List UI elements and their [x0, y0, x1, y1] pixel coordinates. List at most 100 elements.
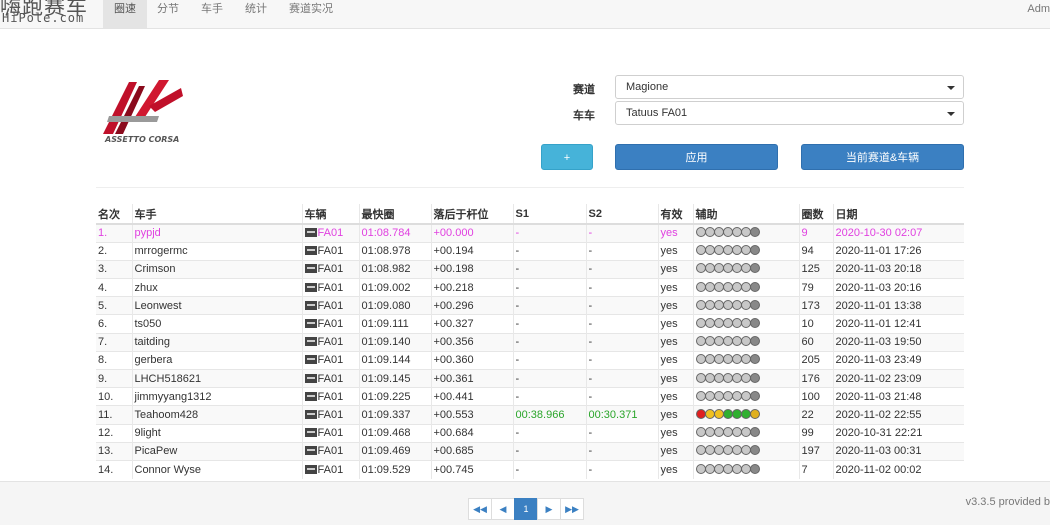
car-select-value: Tatuus FA01 [626, 107, 688, 119]
current-track-car-button[interactable]: 当前赛道&车辆 [801, 144, 964, 170]
cell-driver[interactable]: Teahoom428 [132, 405, 303, 425]
cell-laps: 99 [799, 423, 834, 443]
table-row[interactable]: 2. mrrogermc FA01 01:08.978 +00.194- - yes 94 20… [96, 241, 964, 261]
cell-gap: +00.441 [431, 387, 514, 406]
driving-aid-icon [713, 427, 724, 438]
col-header-car[interactable]: 车辆 [302, 204, 360, 225]
table-row[interactable]: 11. Teahoom428 FA01 01:09.337 +00.553 00:38.9… [96, 405, 964, 425]
driving-aid-icon [731, 227, 742, 238]
brand-logo[interactable]: 嗨跑赛车 HiPole.com [0, 0, 95, 29]
nav-tab-sectors[interactable]: 分节 [146, 0, 190, 28]
table-row[interactable]: 8. gerbera FA01 01:09.144 +00.360- - yes 205 202… [96, 350, 964, 370]
table-row[interactable]: 7. taitding FA01 01:09.140 +00.356- - yes 60 202… [96, 332, 964, 352]
col-header-gap[interactable]: 落后于杆位 [431, 204, 514, 225]
driving-aid-icon [722, 354, 733, 365]
col-header-s2[interactable]: S2 [586, 204, 659, 225]
table-row[interactable]: 1. pypjd FA01 01:08.784 +00.000- - yes 9 2020-10… [96, 223, 964, 243]
table-row[interactable]: 3. Crimson FA01 01:08.982 +00.198- - yes 125 202… [96, 259, 964, 279]
cell-valid: yes [658, 223, 694, 243]
divider [96, 187, 964, 188]
driving-aid-icon [704, 427, 715, 438]
col-header-aids[interactable]: 辅助 [693, 204, 800, 225]
version-text: v3.3.5 provided b [965, 496, 1050, 508]
cell-driver[interactable]: jimmyyang1312 [132, 387, 303, 406]
last-page-icon[interactable]: ▶▶ [560, 498, 584, 520]
driving-aid-icon [722, 445, 733, 456]
cell-best: 01:08.784 [359, 223, 432, 243]
pagination: ◀◀ ◀ 1 ▶ ▶▶ [468, 498, 584, 520]
col-header-best-lap[interactable]: 最快圈 [359, 204, 432, 225]
cell-aids [693, 387, 800, 406]
cell-best: 01:09.225 [359, 387, 432, 406]
cell-driver[interactable]: 9light [132, 423, 303, 443]
cell-pos: 8. [96, 350, 133, 370]
cell-driver[interactable]: mrrogermc [132, 241, 303, 261]
cell-valid: yes [658, 296, 694, 315]
nav-tab-laptimes[interactable]: 圈速 [103, 0, 147, 28]
table-row[interactable]: 12. 9light FA01 01:09.468 +00.684- - yes 99 2020… [96, 423, 964, 443]
cell-s2: - [586, 296, 659, 315]
cell-driver[interactable]: Connor Wyse [132, 459, 303, 479]
car-icon [304, 282, 317, 292]
cell-s1: - [513, 332, 587, 352]
table-row[interactable]: 4. zhux FA01 01:09.002 +00.218- - yes 79 2020-11… [96, 278, 964, 297]
first-page-icon[interactable]: ◀◀ [468, 498, 492, 520]
cell-laps: 9 [799, 223, 834, 243]
col-header-laps[interactable]: 圈数 [799, 204, 834, 225]
cell-driver[interactable]: PicaPew [132, 441, 303, 461]
table-row[interactable]: 6. ts050 FA01 01:09.111 +00.327- - yes 10 2020-1… [96, 314, 964, 334]
cell-driver[interactable]: Leonwest [132, 296, 303, 315]
cell-gap: +00.360 [431, 350, 514, 370]
cell-valid: yes [658, 241, 694, 261]
table-row[interactable]: 14. Connor Wyse FA01 01:09.529 +00.745- - yes 7… [96, 459, 964, 479]
cell-s2: 00:30.371 [586, 405, 659, 425]
cell-driver[interactable]: zhux [132, 278, 303, 297]
nav-admin-link[interactable]: Adm [1027, 0, 1050, 18]
nav-tab-drivers[interactable]: 车手 [190, 0, 234, 28]
col-header-driver[interactable]: 车手 [132, 204, 303, 225]
car-icon [304, 300, 317, 310]
cell-driver[interactable]: pypjd [132, 223, 303, 243]
table-row[interactable]: 9. LHCH518621 FA01 01:09.145 +00.361- - yes 176… [96, 368, 964, 388]
driving-aid-icon [713, 263, 724, 274]
table-row[interactable]: 5. Leonwest FA01 01:09.080 +00.296- - yes 173 20… [96, 296, 964, 315]
cell-driver[interactable]: LHCH518621 [132, 368, 303, 388]
col-header-s1[interactable]: S1 [513, 204, 587, 225]
apply-button[interactable]: 应用 [615, 144, 778, 170]
cell-driver[interactable]: gerbera [132, 350, 303, 370]
cell-driver[interactable]: Crimson [132, 259, 303, 279]
cell-driver[interactable]: taitding [132, 332, 303, 352]
cell-pos: 11. [96, 405, 133, 425]
driving-aid-icon [749, 281, 760, 292]
cell-valid: yes [658, 405, 694, 425]
car-icon [304, 264, 317, 274]
col-header-rank[interactable]: 名次 [96, 204, 133, 225]
page-number-current[interactable]: 1 [514, 498, 538, 520]
car-icon [304, 409, 317, 419]
add-button[interactable]: + [541, 144, 593, 170]
cell-s1: 00:38.966 [513, 405, 587, 425]
cell-date: 2020-11-03 19:50 [833, 332, 964, 352]
driving-aid-icon [713, 227, 724, 238]
table-row[interactable]: 13. PicaPew FA01 01:09.469 +00.685- - yes 197 20… [96, 441, 964, 461]
cell-date: 2020-11-03 20:18 [833, 259, 964, 279]
nav-tab-stats[interactable]: 统计 [234, 0, 278, 28]
driving-aid-icon [749, 227, 760, 238]
col-header-valid[interactable]: 有效 [658, 204, 694, 225]
cell-gap: +00.198 [431, 259, 514, 279]
prev-page-icon[interactable]: ◀ [491, 498, 515, 520]
cell-best: 01:09.529 [359, 459, 432, 479]
driving-aid-icon [731, 354, 742, 365]
track-select[interactable]: Magione [615, 75, 964, 99]
car-select[interactable]: Tatuus FA01 [615, 101, 964, 125]
cell-laps: 79 [799, 278, 834, 297]
col-header-date[interactable]: 日期 [833, 204, 964, 225]
nav-tab-live[interactable]: 赛道实况 [278, 0, 344, 28]
table-row[interactable]: 10. jimmyyang1312 FA01 01:09.225 +00.441- - ye… [96, 387, 964, 406]
driving-aid-icon [749, 408, 760, 419]
cell-best: 01:09.080 [359, 296, 432, 315]
cell-aids [693, 223, 800, 243]
next-page-icon[interactable]: ▶ [537, 498, 561, 520]
cell-car: FA01 [302, 350, 360, 370]
cell-driver[interactable]: ts050 [132, 314, 303, 334]
